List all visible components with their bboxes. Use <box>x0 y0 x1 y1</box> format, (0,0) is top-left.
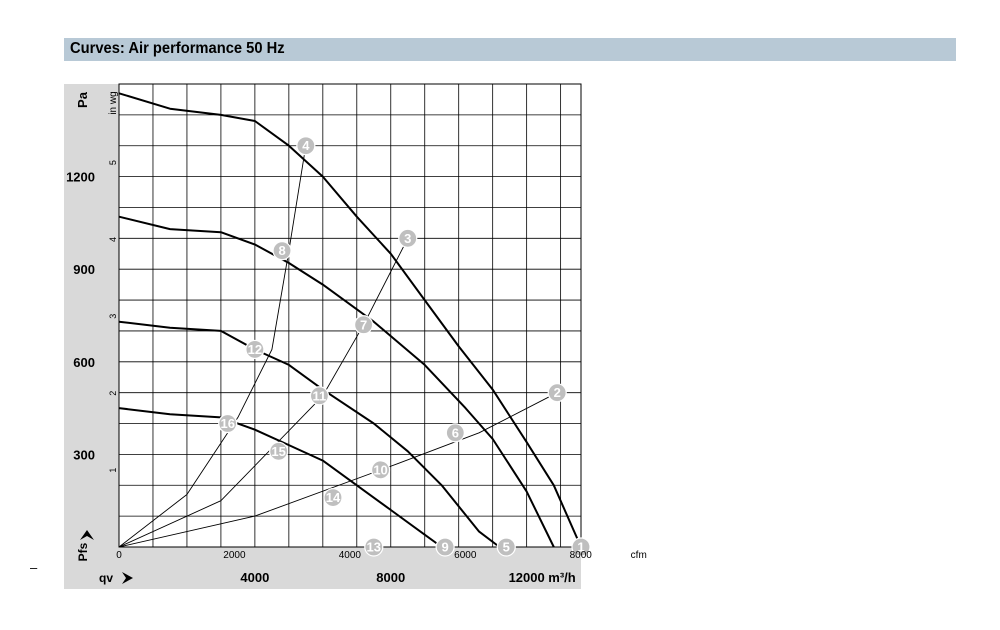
x-tick-label-m3h: 12000 <box>509 570 545 585</box>
operating-point-label: 13 <box>367 540 381 555</box>
y-tick-label-pa: 300 <box>73 447 95 462</box>
y-axis-unit-inwg: in wg <box>108 91 119 114</box>
operating-point-label: 10 <box>373 462 387 477</box>
operating-point-label: 12 <box>248 342 262 357</box>
x-axis-label-qv: qv <box>99 571 113 585</box>
operating-point-label: 7 <box>360 317 367 332</box>
operating-point-label: 9 <box>442 540 449 555</box>
x-tick-label-m3h: 8000 <box>376 570 405 585</box>
operating-point-label: 6 <box>452 425 459 440</box>
operating-point-label: 15 <box>271 444 285 459</box>
y-tick-label-inwg: 4 <box>108 237 118 242</box>
x-tick-label-cfm: 2000 <box>223 550 246 561</box>
x-axis-unit-m3h: m³/h <box>548 570 576 585</box>
y-axis-label-pfs: Pfs <box>76 542 90 561</box>
operating-point-label: 16 <box>220 416 234 431</box>
x-axis-unit-cfm: cfm <box>631 550 647 561</box>
operating-point-label: 2 <box>554 385 561 400</box>
operating-point-label: 11 <box>313 388 327 403</box>
x-tick-label-cfm: 0 <box>116 550 122 561</box>
y-tick-label-inwg: 5 <box>108 160 118 165</box>
operating-point-label: 14 <box>326 490 341 505</box>
operating-point-label: 5 <box>503 540 510 555</box>
y-tick-label-inwg: 2 <box>108 391 118 396</box>
operating-point-label: 3 <box>404 231 411 246</box>
y-axis-unit-pa: Pa <box>75 91 90 108</box>
x-tick-label-cfm: 6000 <box>454 550 477 561</box>
y-tick-label-inwg: 1 <box>108 468 118 473</box>
air-performance-chart: 12345678910111213141516 3006009001200Pa i… <box>64 83 647 589</box>
y-tick-label-pa: 1200 <box>66 170 95 185</box>
y-tick-label-pa: 600 <box>73 355 95 370</box>
y-tick-label-pa: 900 <box>73 262 95 277</box>
x-tick-label-cfm: 8000 <box>570 550 593 561</box>
operating-point-label: 4 <box>302 138 310 153</box>
plot-area <box>119 84 581 547</box>
y-tick-label-inwg: 3 <box>108 314 118 319</box>
x-tick-label-cfm: 4000 <box>339 550 362 561</box>
x-tick-label-m3h: 4000 <box>240 570 269 585</box>
operating-point-label: 8 <box>278 243 285 258</box>
